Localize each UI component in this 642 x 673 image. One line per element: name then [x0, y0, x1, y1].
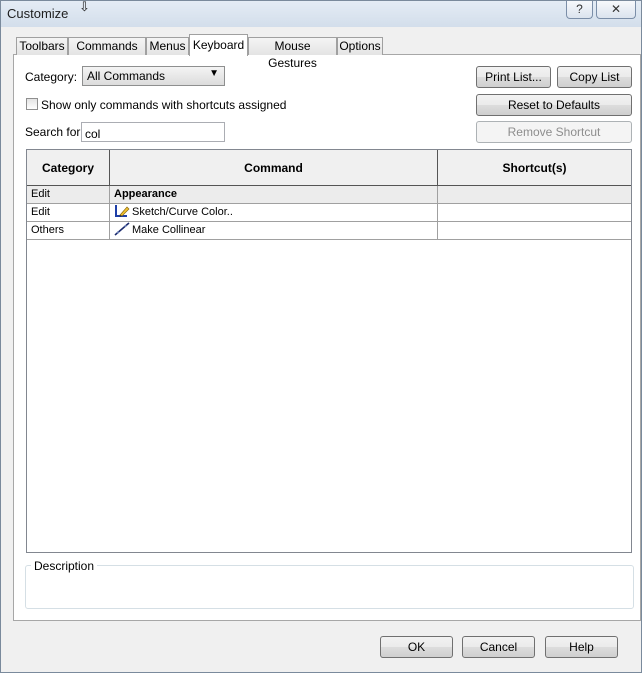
table-row[interactable]: Edit Appearance [27, 186, 631, 204]
table-row[interactable]: Others Make Collinear [27, 222, 631, 240]
sketch-color-icon [115, 205, 130, 217]
description-box [25, 565, 634, 609]
column-header-command[interactable]: Command [110, 150, 438, 185]
description-label: Description [31, 559, 98, 573]
reset-to-defaults-button[interactable]: Reset to Defaults [476, 94, 632, 116]
tab-mouse-gestures[interactable]: Mouse Gestures [248, 37, 337, 70]
row-command: Sketch/Curve Color.. [132, 206, 233, 218]
ok-button[interactable]: OK [380, 636, 453, 658]
row-shortcut [438, 222, 631, 239]
search-input[interactable] [81, 122, 225, 142]
tab-commands[interactable]: Commands [68, 37, 146, 55]
row-shortcut [438, 204, 631, 221]
row-command-cell: Sketch/Curve Color.. [110, 204, 438, 221]
column-header-shortcuts[interactable]: Shortcut(s) [438, 150, 631, 185]
row-category: Others [27, 222, 110, 239]
print-list-button[interactable]: Print List... [476, 66, 551, 88]
row-command: Appearance [110, 186, 438, 203]
show-only-shortcuts-label[interactable]: Show only commands with shortcuts assign… [41, 98, 286, 112]
row-shortcut [438, 186, 631, 203]
tab-toolbars[interactable]: Toolbars [16, 37, 68, 55]
help-button[interactable]: Help [545, 636, 618, 658]
tab-menus[interactable]: Menus [146, 37, 189, 55]
tab-options[interactable]: Options [337, 37, 383, 55]
row-command: Make Collinear [132, 224, 206, 236]
category-label: Category: [25, 70, 78, 84]
title-bar[interactable]: Customize ⇩ ? ✕ [1, 0, 641, 27]
remove-shortcut-button[interactable]: Remove Shortcut [476, 121, 632, 143]
arrow-cursor-icon: ⇩ [79, 0, 90, 14]
customize-dialog: Customize ⇩ ? ✕ Toolbars Commands Menus … [0, 0, 642, 673]
tab-keyboard[interactable]: Keyboard [189, 34, 248, 56]
collinear-line-icon [114, 222, 130, 236]
table-header: Category Command Shortcut(s) [27, 150, 631, 186]
copy-list-button[interactable]: Copy List [557, 66, 632, 88]
dialog-title: Customize [7, 6, 69, 21]
title-close-button[interactable]: ✕ [596, 1, 636, 19]
title-help-button[interactable]: ? [566, 1, 593, 19]
row-command-cell: Make Collinear [110, 222, 438, 239]
row-category: Edit [27, 186, 110, 203]
column-header-category[interactable]: Category [27, 150, 110, 185]
shortcut-table[interactable]: Category Command Shortcut(s) Edit Appear… [26, 149, 632, 553]
row-category: Edit [27, 204, 110, 221]
table-row[interactable]: Edit Sketch/Curve Color.. [27, 204, 631, 222]
search-label: Search for: [25, 125, 84, 139]
show-only-shortcuts-checkbox[interactable] [26, 98, 38, 110]
chevron-down-icon: ▼ [209, 68, 219, 79]
cancel-button[interactable]: Cancel [462, 636, 535, 658]
category-dropdown-value: All Commands [87, 69, 166, 83]
category-dropdown[interactable]: All Commands ▼ [82, 66, 225, 86]
